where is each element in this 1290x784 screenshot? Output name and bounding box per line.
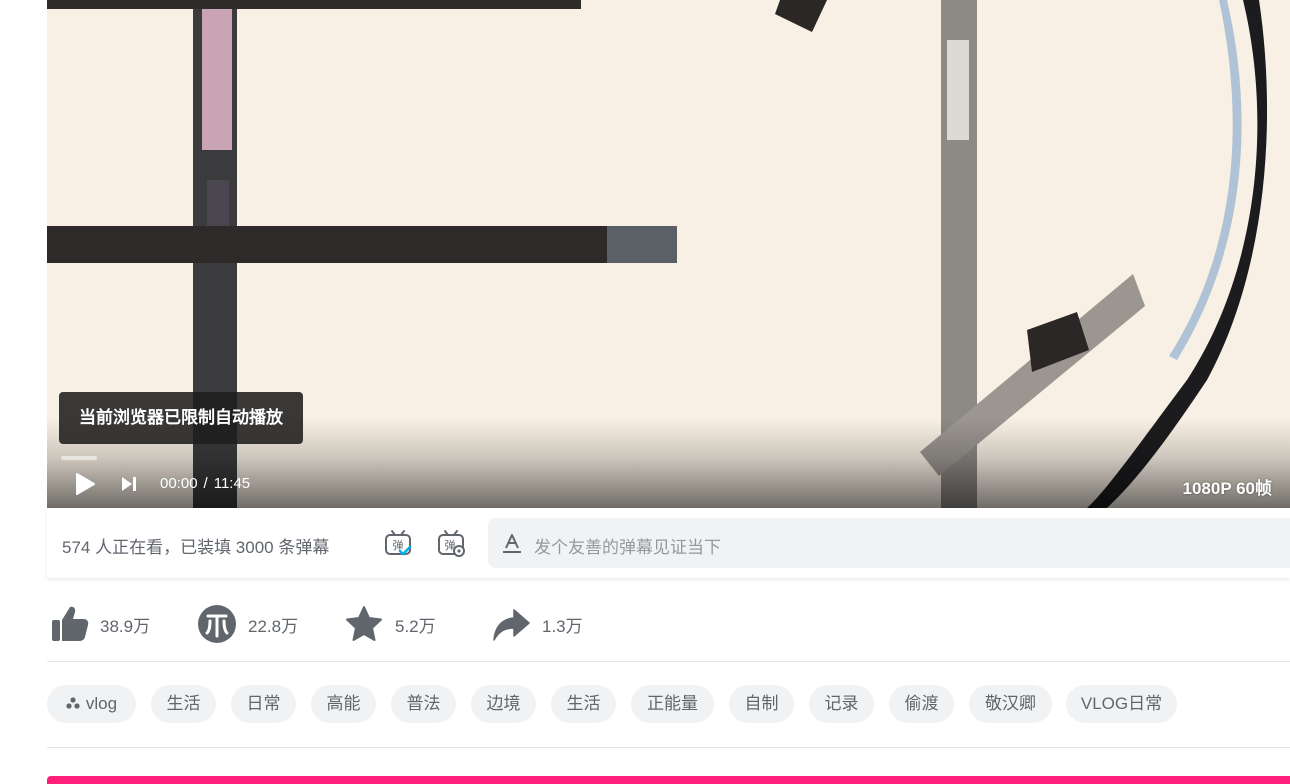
tag-item[interactable]: 普法	[391, 685, 456, 723]
share-button[interactable]: 1.3万	[489, 598, 583, 650]
time-display: 00:00 / 11:45	[160, 475, 250, 492]
tag-label: VLOG日常	[1080, 694, 1163, 713]
tag-item[interactable]: 高能	[311, 685, 376, 723]
tag-label: vlog	[85, 694, 118, 713]
tag-label: 自制	[744, 694, 779, 713]
tag-label: 高能	[326, 694, 361, 713]
divider	[47, 747, 1290, 748]
share-count: 1.3万	[542, 616, 583, 636]
tag-label: 生活	[166, 694, 201, 713]
tag-item[interactable]: 偷渡	[889, 685, 954, 723]
danmaku-input[interactable]: 发个友善的弹幕见证当下	[488, 518, 1290, 568]
skip-next-icon	[122, 477, 136, 491]
tag-item[interactable]: 日常	[231, 685, 296, 723]
current-time: 00:00	[160, 475, 198, 492]
tag-item[interactable]: VLOG日常	[1066, 685, 1177, 723]
tag-label: 记录	[824, 694, 859, 713]
danmaku-on-icon: 弹	[385, 530, 412, 556]
thumbs-up-icon	[52, 606, 89, 641]
tag-item[interactable]: 生活	[551, 685, 616, 723]
autoplay-notice: 当前浏览器已限制自动播放	[59, 392, 303, 444]
time-separator: /	[203, 475, 208, 492]
danmaku-settings-button[interactable]: 弹	[436, 528, 466, 558]
like-count: 38.9万	[100, 616, 151, 636]
danmaku-input-placeholder: 发个友善的弹幕见证当下	[534, 538, 721, 557]
play-button[interactable]	[73, 472, 97, 496]
coin-count: 22.8万	[248, 616, 299, 636]
favorite-button[interactable]: 5.2万	[342, 598, 436, 650]
coin-button[interactable]: 22.8万	[195, 598, 298, 650]
svg-text:弹: 弹	[393, 538, 404, 552]
tag-label: 普法	[406, 694, 441, 713]
promo-banner-edge	[47, 776, 1290, 784]
tag-item[interactable]: 记录	[809, 685, 874, 723]
tag-label: 生活	[566, 694, 601, 713]
tag-item[interactable]: 正能量	[631, 685, 714, 723]
favorite-count: 5.2万	[395, 616, 436, 636]
duration: 11:45	[213, 475, 251, 492]
progress-bar[interactable]	[61, 456, 97, 460]
star-icon	[346, 606, 382, 641]
danmaku-settings-icon: 弹	[438, 530, 465, 557]
tag-label: 边境	[486, 694, 521, 713]
share-arrow-icon	[493, 609, 530, 641]
tag-item[interactable]: 边境	[471, 685, 536, 723]
quality-selector[interactable]: 1080P 60帧	[1183, 474, 1272, 499]
tag-item[interactable]: 自制	[729, 685, 794, 723]
tag-label: 正能量	[647, 694, 698, 713]
tag-item[interactable]: 生活	[151, 685, 216, 723]
viewer-count: 574 人正在看，已装填 3000 条弹幕	[62, 538, 330, 557]
tag-item[interactable]: 敬汉卿	[969, 685, 1052, 723]
danmaku-bar: 574 人正在看，已装填 3000 条弹幕 弹 弹 发个友善的弹幕见证当下	[47, 508, 1290, 578]
play-icon	[76, 473, 95, 495]
tag-item[interactable]: vlog	[47, 685, 136, 723]
tag-label: 日常	[246, 694, 281, 713]
divider	[47, 661, 1290, 662]
coin-icon	[198, 605, 236, 643]
topic-icon	[66, 696, 80, 709]
like-button[interactable]: 38.9万	[47, 598, 150, 650]
danmaku-toggle-button[interactable]: 弹	[383, 528, 413, 558]
tag-label: 偷渡	[904, 694, 939, 713]
font-style-icon	[503, 534, 521, 553]
video-player[interactable]: 当前浏览器已限制自动播放 00:00 / 11:45 1080P 60帧	[47, 0, 1290, 508]
tag-label: 敬汉卿	[985, 694, 1036, 713]
next-button[interactable]	[119, 474, 139, 494]
